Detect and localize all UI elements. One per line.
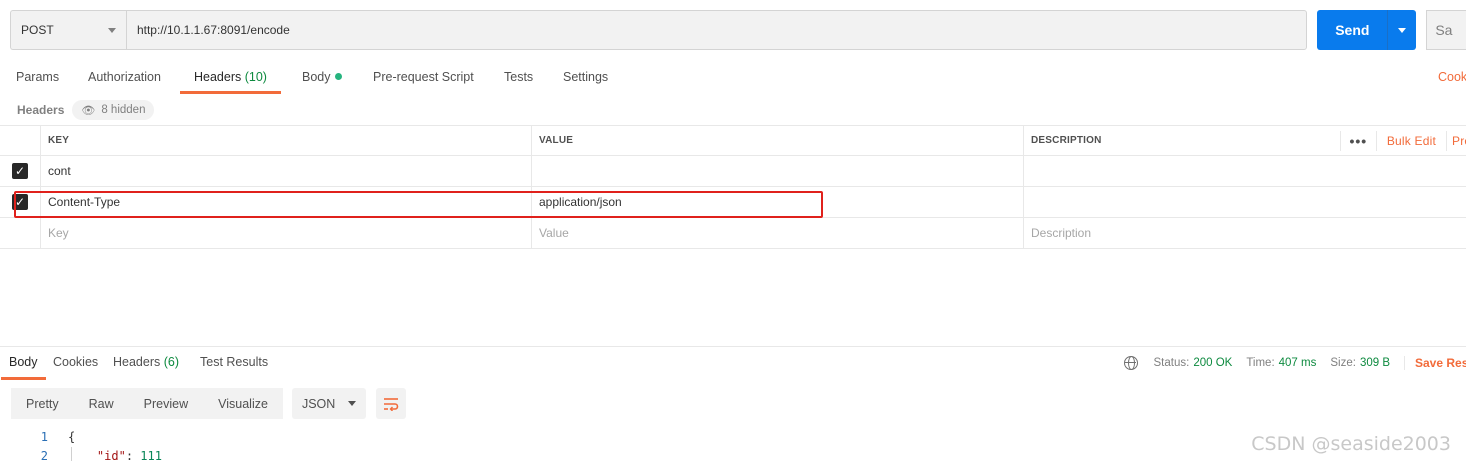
- chevron-down-icon: [347, 401, 356, 406]
- save-button[interactable]: Sa: [1426, 10, 1466, 50]
- line-number: 1: [40, 430, 48, 444]
- view-visualize-button[interactable]: Visualize: [203, 388, 283, 419]
- method-select[interactable]: POST: [10, 10, 126, 50]
- row-checkbox-cell: ✓: [0, 187, 41, 217]
- globe-icon[interactable]: [1123, 355, 1138, 370]
- eye-icon: 👁︎: [81, 104, 96, 117]
- row-checkbox-cell: [0, 218, 41, 248]
- indent-guide: [71, 447, 72, 461]
- response-tabs: Body Cookies Headers (6) Test Results St…: [0, 346, 1466, 380]
- time-label: Time:: [1246, 356, 1275, 369]
- tab-headers-label: Headers: [194, 70, 242, 84]
- tab-prerequest-script[interactable]: Pre-request Script: [373, 60, 474, 93]
- format-select[interactable]: JSON: [291, 388, 366, 419]
- cookies-link[interactable]: Cook: [1438, 60, 1466, 94]
- value-cell[interactable]: application/json: [532, 187, 1024, 217]
- code-line: 1 {: [0, 428, 1466, 447]
- size-label: Size:: [1330, 356, 1356, 369]
- response-tab-body[interactable]: Body: [1, 347, 46, 380]
- code-text: "id": 111: [68, 447, 162, 461]
- tab-headers-count: (10): [244, 70, 267, 84]
- column-header-value: VALUE: [532, 126, 1024, 155]
- row-checkbox-cell: ✓: [0, 156, 41, 186]
- hidden-headers-count: 8 hidden: [101, 104, 146, 116]
- more-options-icon[interactable]: •••: [1339, 130, 1376, 151]
- format-label: JSON: [301, 396, 336, 411]
- json-separator: :: [125, 449, 141, 461]
- line-number: 2: [40, 449, 48, 461]
- send-button[interactable]: Send: [1317, 10, 1388, 50]
- view-mode-segment: Pretty Raw Preview Visualize: [11, 388, 283, 419]
- response-tab-headers[interactable]: Headers (6): [113, 347, 179, 378]
- column-header-key: KEY: [41, 126, 532, 155]
- send-group: Send: [1317, 10, 1417, 50]
- view-pretty-button[interactable]: Pretty: [11, 388, 74, 419]
- modified-dot-icon: [334, 73, 342, 80]
- tab-body-label: Body: [302, 70, 331, 84]
- send-options-button[interactable]: [1387, 10, 1417, 50]
- response-status: Status: 200 OK Time: 407 ms Size: 309 B …: [1123, 347, 1466, 378]
- table-row: ✓ cont: [0, 156, 1466, 187]
- headers-section-label: Headers: [17, 103, 65, 117]
- view-raw-button[interactable]: Raw: [74, 388, 129, 419]
- tab-authorization[interactable]: Authorization: [88, 60, 161, 93]
- wrap-lines-icon: [383, 397, 399, 411]
- hidden-headers-toggle[interactable]: 👁︎ 8 hidden: [72, 100, 155, 120]
- row-enabled-checkbox[interactable]: ✓: [12, 194, 28, 210]
- key-cell[interactable]: cont: [41, 156, 532, 186]
- table-row-new: Key Value Description: [0, 218, 1466, 249]
- bulk-edit-link[interactable]: Bulk Edit: [1375, 130, 1446, 151]
- description-cell[interactable]: [1024, 156, 1466, 186]
- url-input[interactable]: http://10.1.1.67:8091/encode: [125, 10, 1308, 50]
- headers-subheader: Headers 👁︎ 8 hidden: [17, 99, 155, 121]
- request-tabs: Params Authorization Headers (10) Body P…: [0, 60, 1466, 94]
- code-text: {: [68, 430, 76, 444]
- status-label: Status:: [1153, 356, 1190, 369]
- value-cell[interactable]: [532, 156, 1024, 186]
- tab-headers[interactable]: Headers (10): [180, 60, 281, 94]
- json-key: "id": [96, 449, 126, 461]
- response-tab-test-results[interactable]: Test Results: [200, 347, 268, 378]
- response-tab-cookies[interactable]: Cookies: [53, 347, 98, 378]
- tab-tests[interactable]: Tests: [504, 60, 533, 93]
- time-value: 407 ms: [1278, 356, 1317, 369]
- url-text: http://10.1.1.67:8091/encode: [136, 23, 290, 37]
- view-preview-button[interactable]: Preview: [129, 388, 203, 419]
- response-tab-headers-label: Headers: [113, 355, 161, 369]
- new-value-input[interactable]: Value: [532, 218, 1024, 248]
- method-label: POST: [21, 23, 54, 37]
- chevron-down-icon: [107, 27, 116, 33]
- tab-body[interactable]: Body: [302, 60, 342, 93]
- headers-table: KEY VALUE DESCRIPTION ••• Bulk Edit Pre …: [0, 125, 1466, 249]
- response-body-editor[interactable]: 1 { 2 "id": 111: [0, 428, 1466, 461]
- presets-link[interactable]: Pre: [1446, 130, 1466, 151]
- request-bar: POST http://10.1.1.67:8091/encode Send S…: [10, 10, 1466, 50]
- response-tab-headers-count: (6): [163, 355, 180, 369]
- column-header-description-label: DESCRIPTION: [1031, 135, 1102, 146]
- response-view-controls: Pretty Raw Preview Visualize JSON: [11, 388, 406, 419]
- description-cell[interactable]: [1024, 187, 1466, 217]
- new-key-input[interactable]: Key: [41, 218, 532, 248]
- new-description-input[interactable]: Description: [1024, 218, 1466, 248]
- table-header-row: KEY VALUE DESCRIPTION ••• Bulk Edit Pre: [0, 125, 1466, 156]
- row-enabled-checkbox[interactable]: ✓: [12, 163, 28, 179]
- chevron-down-icon: [1398, 27, 1407, 33]
- tab-settings[interactable]: Settings: [563, 60, 608, 93]
- status-value: 200 OK: [1193, 356, 1233, 369]
- json-number: 111: [140, 449, 162, 461]
- table-row: ✓ Content-Type application/json: [0, 187, 1466, 218]
- save-response-button[interactable]: Save Res: [1404, 355, 1466, 370]
- header-check-cell: [0, 126, 41, 155]
- column-header-description: DESCRIPTION ••• Bulk Edit Pre: [1024, 126, 1466, 155]
- wrap-lines-button[interactable]: [375, 388, 406, 419]
- code-line: 2 "id": 111: [0, 447, 1466, 461]
- size-value: 309 B: [1359, 356, 1390, 369]
- tab-params[interactable]: Params: [16, 60, 59, 93]
- watermark: CSDN @seaside2003: [1251, 433, 1451, 455]
- key-cell[interactable]: Content-Type: [41, 187, 532, 217]
- table-actions: ••• Bulk Edit Pre: [1339, 126, 1466, 155]
